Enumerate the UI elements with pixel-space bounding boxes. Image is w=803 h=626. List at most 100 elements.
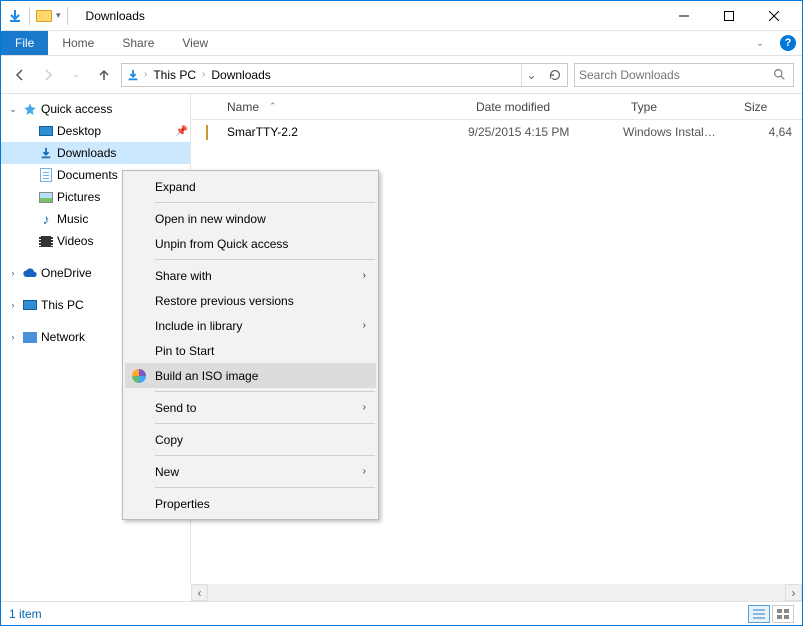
search-box[interactable] <box>574 63 794 87</box>
column-type[interactable]: Type <box>621 100 734 114</box>
scroll-right-button[interactable]: › <box>785 584 802 601</box>
ctx-label: Share with <box>155 269 212 283</box>
thumbnails-view-button[interactable] <box>772 605 794 623</box>
chevron-down-icon[interactable]: ▾ <box>56 10 61 21</box>
tree-desktop[interactable]: · Desktop 📌 <box>1 120 190 142</box>
horizontal-scrollbar[interactable]: ‹ › <box>191 584 802 601</box>
iso-icon <box>131 368 147 384</box>
videos-icon <box>37 236 55 247</box>
tab-home[interactable]: Home <box>48 31 108 55</box>
scroll-track[interactable] <box>208 584 785 601</box>
ctx-label: Properties <box>155 497 210 511</box>
file-date: 9/25/2015 4:15 PM <box>458 125 613 139</box>
ctx-label: Pin to Start <box>155 344 214 358</box>
expand-ribbon-button[interactable]: ⌄ <box>746 31 774 55</box>
separator <box>155 423 375 424</box>
separator <box>155 202 375 203</box>
quick-access-toolbar: ▾ <box>7 7 80 25</box>
ctx-label: Restore previous versions <box>155 294 294 308</box>
ctx-pin-start[interactable]: Pin to Start <box>125 338 376 363</box>
status-count: 1 item <box>9 607 42 621</box>
chevron-right-icon: › <box>363 402 366 413</box>
scroll-left-button[interactable]: ‹ <box>191 584 208 601</box>
tree-label: Downloads <box>57 146 190 160</box>
ctx-label: New <box>155 465 179 479</box>
document-icon <box>37 168 55 182</box>
separator <box>155 487 375 488</box>
column-label: Name <box>227 100 259 114</box>
folder-icon <box>36 10 52 22</box>
breadcrumb-downloads[interactable]: Downloads <box>209 68 272 82</box>
ctx-include-library[interactable]: Include in library › <box>125 313 376 338</box>
ctx-label: Send to <box>155 401 196 415</box>
pc-icon <box>21 300 39 310</box>
chevron-right-icon: › <box>363 270 366 281</box>
ctx-share-with[interactable]: Share with › <box>125 263 376 288</box>
ctx-restore[interactable]: Restore previous versions <box>125 288 376 313</box>
tab-share[interactable]: Share <box>108 31 168 55</box>
address-box[interactable]: › This PC › Downloads ⌄ <box>121 63 568 87</box>
column-date[interactable]: Date modified <box>466 100 621 114</box>
ctx-expand[interactable]: Expand <box>125 174 376 199</box>
tab-view[interactable]: View <box>168 31 222 55</box>
help-button[interactable]: ? <box>774 31 802 55</box>
context-menu: Expand Open in new window Unpin from Qui… <box>122 170 379 520</box>
star-icon <box>21 102 39 116</box>
status-bar: 1 item <box>1 601 802 625</box>
chevron-right-icon: › <box>363 466 366 477</box>
column-size[interactable]: Size <box>734 100 802 114</box>
pin-icon: 📌 <box>174 126 190 137</box>
maximize-button[interactable] <box>706 2 751 30</box>
ctx-label: Open in new window <box>155 212 266 226</box>
address-dropdown-button[interactable]: ⌄ <box>521 64 541 86</box>
title-bar: ▾ Downloads <box>1 1 802 31</box>
ribbon-tabs: File Home Share View ⌄ ? <box>1 31 802 56</box>
recent-locations-button[interactable]: ⌄ <box>65 64 87 86</box>
ctx-open-new-window[interactable]: Open in new window <box>125 206 376 231</box>
breadcrumb-label: Downloads <box>211 68 270 82</box>
up-button[interactable] <box>93 64 115 86</box>
search-icon[interactable] <box>769 68 789 81</box>
table-row[interactable]: SmarTTY-2.2 9/25/2015 4:15 PM Windows In… <box>191 120 802 144</box>
ctx-unpin[interactable]: Unpin from Quick access <box>125 231 376 256</box>
tree-label: Desktop <box>57 124 172 138</box>
ctx-new[interactable]: New › <box>125 459 376 484</box>
column-headers: Name ⌃ Date modified Type Size <box>191 94 802 120</box>
ctx-label: Include in library <box>155 319 242 333</box>
back-button[interactable] <box>9 64 31 86</box>
downloads-icon <box>7 8 23 24</box>
downloads-icon <box>37 146 55 160</box>
search-input[interactable] <box>579 68 769 82</box>
installer-icon <box>206 125 208 140</box>
network-icon <box>21 332 39 343</box>
chevron-right-icon[interactable]: › <box>202 69 205 80</box>
desktop-icon <box>37 126 55 136</box>
chevron-right-icon[interactable]: › <box>144 69 147 80</box>
close-button[interactable] <box>751 2 796 30</box>
chevron-right-icon[interactable]: › <box>7 300 19 310</box>
details-view-button[interactable] <box>748 605 770 623</box>
chevron-down-icon[interactable]: ⌄ <box>7 104 19 115</box>
sort-asc-icon: ⌃ <box>269 101 277 112</box>
music-icon: ♪ <box>37 211 55 227</box>
file-name: SmarTTY-2.2 <box>217 125 458 139</box>
tab-file[interactable]: File <box>1 31 48 55</box>
ctx-label: Build an ISO image <box>155 369 258 383</box>
ctx-build-iso[interactable]: Build an ISO image <box>125 363 376 388</box>
ctx-properties[interactable]: Properties <box>125 491 376 516</box>
refresh-button[interactable] <box>545 64 565 86</box>
forward-button[interactable] <box>37 64 59 86</box>
chevron-right-icon[interactable]: › <box>7 332 19 342</box>
tree-quick-access[interactable]: ⌄ Quick access <box>1 98 190 120</box>
chevron-right-icon[interactable]: › <box>7 268 19 278</box>
breadcrumb-label: This PC <box>153 68 196 82</box>
minimize-button[interactable] <box>661 2 706 30</box>
ctx-send-to[interactable]: Send to › <box>125 395 376 420</box>
ctx-copy[interactable]: Copy <box>125 427 376 452</box>
chevron-right-icon: › <box>363 320 366 331</box>
help-icon: ? <box>780 35 796 51</box>
column-name[interactable]: Name ⌃ <box>191 100 466 114</box>
breadcrumb-thispc[interactable]: This PC <box>151 68 198 82</box>
ctx-label: Unpin from Quick access <box>155 237 288 251</box>
tree-downloads[interactable]: · Downloads <box>1 142 190 164</box>
